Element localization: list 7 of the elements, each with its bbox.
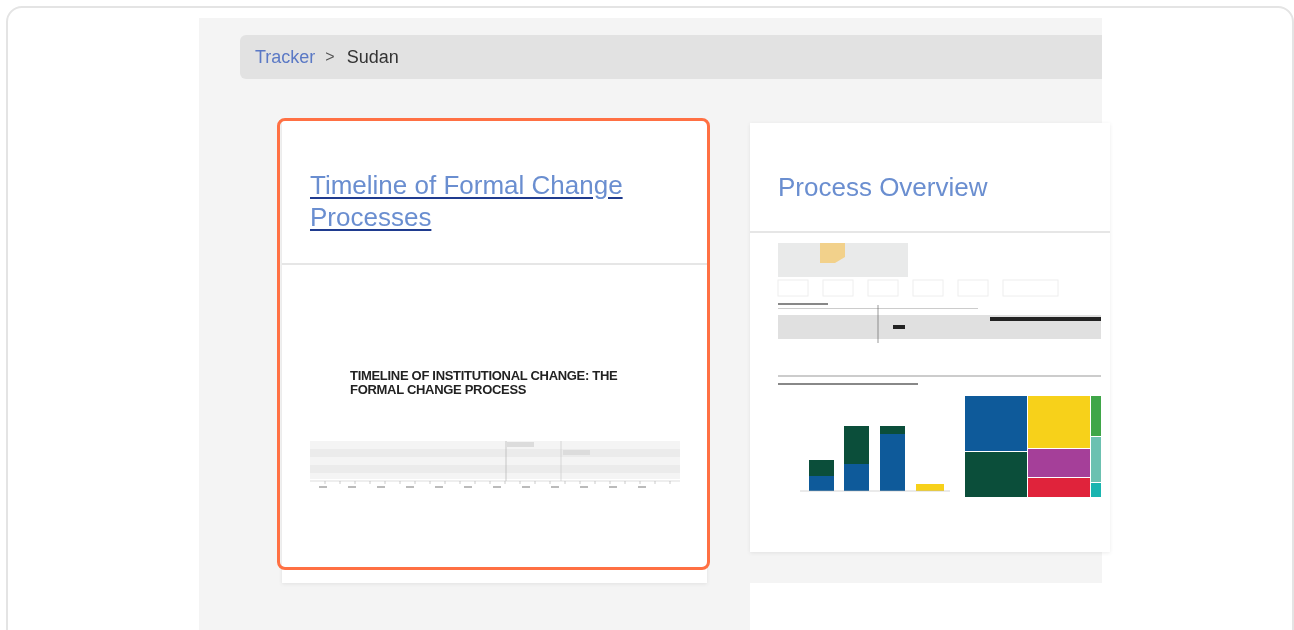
breadcrumb-separator: > <box>325 48 335 66</box>
breadcrumb-current: Sudan <box>346 46 399 68</box>
thumbnail-heading: TIMELINE OF INSTITUTIONAL CHANGE: THE FORMAL CHANGE PROCESS <box>350 369 619 397</box>
card-title-link[interactable]: Process Overview <box>778 171 988 203</box>
breadcrumb-link[interactable]: Tracker <box>255 46 316 68</box>
card-title-link[interactable]: Timeline of Formal Change Processes <box>310 169 687 233</box>
report-card[interactable]: Process Overview <box>750 123 1110 552</box>
